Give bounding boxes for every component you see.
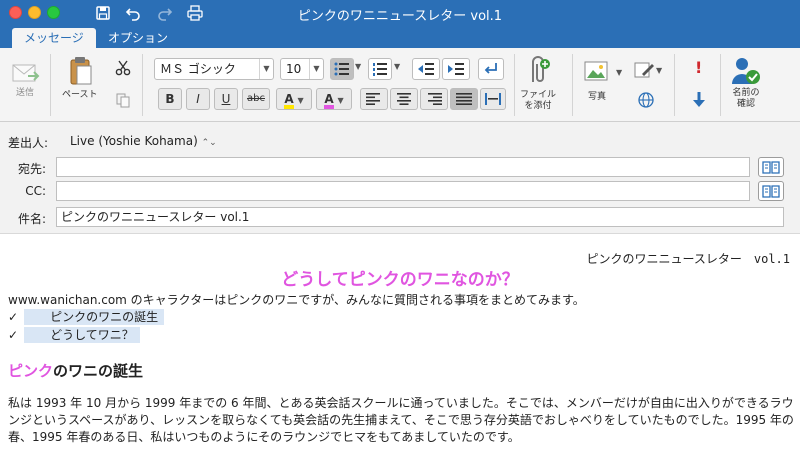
- address-book-cc-button[interactable]: [758, 181, 784, 201]
- cc-field[interactable]: [56, 181, 750, 201]
- separator: [572, 54, 573, 116]
- chevron-down-icon[interactable]: ▼: [355, 62, 361, 71]
- separator: [514, 54, 515, 116]
- separator: [142, 54, 143, 116]
- check-names-icon: [732, 58, 760, 84]
- checkmark-icon: ✓: [8, 328, 19, 342]
- high-importance-icon[interactable]: !: [695, 58, 702, 77]
- address-book-icon: [762, 185, 780, 198]
- up-down-chevron-icon: ⌃⌄: [201, 138, 217, 148]
- picture-icon: [584, 61, 608, 81]
- font-name-select[interactable]: ＭＳ ゴシック ▼: [154, 58, 274, 80]
- cc-label: CC:: [25, 184, 46, 198]
- chevron-down-icon[interactable]: ▼: [394, 62, 400, 71]
- align-center-icon: [397, 93, 411, 105]
- bullet-list-button[interactable]: [330, 58, 354, 80]
- chevron-down-icon: ▼: [297, 96, 304, 105]
- decrease-indent-button[interactable]: [412, 58, 440, 80]
- message-header: 差出人: Live (Yoshie Kohama) ⌃⌄ 宛先: CC: 件名:…: [0, 122, 800, 234]
- font-size-select[interactable]: 10 ▼: [280, 58, 324, 80]
- check-names-button[interactable]: 名前の 確認: [730, 56, 762, 110]
- signature-icon[interactable]: [634, 60, 656, 80]
- chevron-down-icon: ▼: [259, 59, 273, 79]
- distributed-button[interactable]: [480, 88, 506, 110]
- main-heading: どうしてピンクのワニなのか？: [281, 270, 519, 290]
- address-book-to-button[interactable]: [758, 157, 784, 177]
- tab-options[interactable]: オプション: [96, 28, 180, 48]
- chevron-down-icon[interactable]: ▼: [616, 68, 622, 77]
- hyperlink-icon[interactable]: [636, 90, 656, 110]
- underline-button[interactable]: U: [214, 88, 238, 110]
- send-icon: [12, 64, 40, 82]
- highlighter-icon: A: [284, 93, 294, 109]
- send-button[interactable]: 送信: [10, 60, 40, 99]
- chevron-down-icon: ▼: [337, 96, 344, 105]
- address-book-icon: [762, 161, 780, 174]
- font-color-icon: A: [324, 93, 334, 109]
- intro-text: www.wanichan.com のキャラクターはピンクのワニですが、みんなに質…: [8, 293, 585, 307]
- align-center-button[interactable]: [390, 88, 418, 110]
- title-bar: ピンクのワニニュースレター vol.1: [0, 0, 800, 26]
- separator: [50, 54, 51, 116]
- subject-field[interactable]: ピンクのワニニュースレター vol.1: [56, 207, 784, 227]
- attach-file-button[interactable]: ファイル を添付: [520, 54, 556, 112]
- bold-button[interactable]: B: [158, 88, 182, 110]
- align-right-button[interactable]: [420, 88, 448, 110]
- justify-icon: [456, 93, 472, 105]
- from-select[interactable]: Live (Yoshie Kohama) ⌃⌄: [70, 134, 217, 148]
- subject-label: 件名:: [17, 212, 46, 226]
- paperclip-icon: [532, 56, 550, 82]
- strikethrough-button[interactable]: abc: [242, 88, 270, 110]
- list-item: ✓ どうしてワニ？: [8, 326, 140, 343]
- window-title: ピンクのワニニュースレター vol.1: [297, 9, 503, 24]
- chevron-down-icon: ▼: [309, 59, 323, 79]
- clipboard-icon: [70, 57, 92, 85]
- ribbon: 送信 ペースト ＭＳ ゴシック ▼ 10 ▼ ▼ ▼ B I U abc A ▼…: [0, 48, 800, 122]
- indent-icon: [448, 63, 464, 75]
- increase-indent-button[interactable]: [442, 58, 470, 80]
- numbered-list-button[interactable]: [368, 58, 392, 80]
- return-arrow-icon: [484, 63, 497, 74]
- align-left-icon: [366, 93, 380, 105]
- wrap-text-button[interactable]: [478, 58, 504, 80]
- ribbon-tabs: メッセージ オプション: [0, 26, 800, 48]
- to-field[interactable]: [56, 157, 750, 177]
- from-label: 差出人:: [8, 136, 49, 150]
- tab-message[interactable]: メッセージ: [12, 28, 96, 48]
- align-right-icon: [428, 93, 442, 105]
- justify-button[interactable]: [450, 88, 478, 110]
- picture-button[interactable]: 写真: [583, 60, 611, 103]
- low-importance-icon[interactable]: [690, 90, 708, 110]
- body-paragraph: 私は 1993 年 10 月から 1999 年までの 6 年間、とある英会話スク…: [8, 396, 794, 444]
- separator: [674, 54, 675, 116]
- cut-icon[interactable]: [115, 60, 131, 76]
- highlight-button[interactable]: A ▼: [276, 88, 312, 110]
- numbered-list-icon: [373, 63, 387, 76]
- section-heading: ピンクのワニの誕生: [8, 362, 144, 380]
- copy-icon[interactable]: [115, 92, 131, 108]
- checkmark-icon: ✓: [8, 310, 19, 324]
- outdent-icon: [418, 63, 434, 75]
- align-left-button[interactable]: [360, 88, 388, 110]
- distributed-icon: [485, 93, 501, 105]
- message-body[interactable]: ピンクのワニニュースレター vol.1 どうしてピンクのワニなのか？ www.w…: [0, 235, 800, 450]
- italic-button[interactable]: I: [186, 88, 210, 110]
- to-label: 宛先:: [17, 162, 46, 176]
- paste-button[interactable]: ペースト: [62, 56, 98, 101]
- list-item: ✓ ピンクのワニの誕生: [8, 308, 165, 325]
- bullet-list-icon: [334, 62, 349, 76]
- chevron-down-icon[interactable]: ▼: [656, 66, 662, 75]
- separator: [720, 54, 721, 116]
- font-color-button[interactable]: A ▼: [316, 88, 352, 110]
